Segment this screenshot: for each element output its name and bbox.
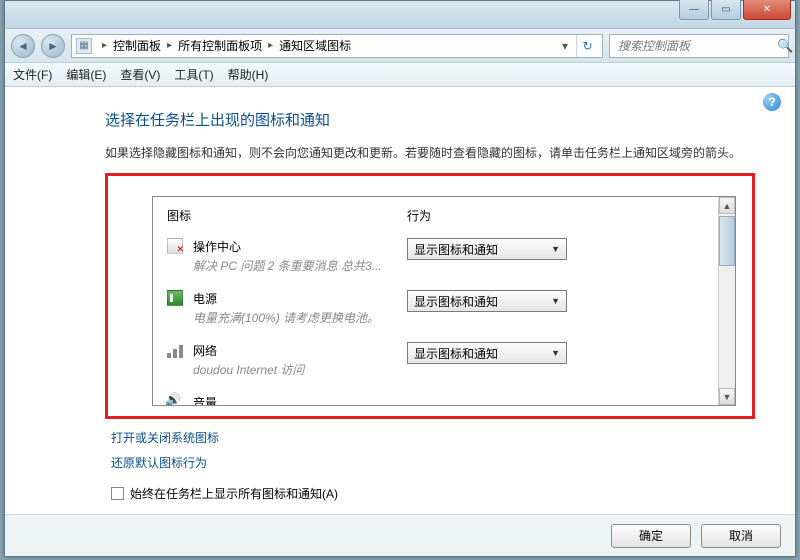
power-icon [167, 290, 183, 306]
list-item: 音量 [167, 394, 704, 405]
menu-bar: 文件(F) 编辑(E) 查看(V) 工具(T) 帮助(H) [5, 63, 795, 87]
window: — ▭ ✕ ◄ ► ▦ ▸ 控制面板 ▸ 所有控制面板项 ▸ 通知区域图标 ▾ … [4, 0, 796, 557]
search-box[interactable]: 🔍 [609, 34, 789, 58]
list-item: 操作中心 解决 PC 问题 2 条重要消息 总共3... 显示图标和通知 [167, 238, 704, 274]
row-subtitle: 电量充满(100%) 请考虑更换电池。 [193, 309, 379, 326]
footer: 确定 取消 [5, 514, 795, 556]
forward-button[interactable]: ► [41, 34, 65, 58]
row-subtitle: 解决 PC 问题 2 条重要消息 总共3... [193, 257, 382, 274]
close-button[interactable]: ✕ [743, 0, 791, 20]
row-title: 音量 [193, 394, 217, 405]
titlebar: — ▭ ✕ [5, 1, 795, 29]
crumb-control-panel[interactable]: 控制面板 [113, 37, 161, 54]
maximize-button[interactable]: ▭ [711, 0, 741, 20]
row-title: 电源 [193, 290, 379, 307]
row-title: 操作中心 [193, 238, 382, 255]
icon-list: 图标 行为 操作中心 解决 PC 问题 2 条重要消息 总共3... [152, 196, 736, 406]
crumb-notification-icons[interactable]: 通知区域图标 [279, 37, 351, 54]
highlight-box: 图标 行为 操作中心 解决 PC 问题 2 条重要消息 总共3... [105, 173, 755, 419]
breadcrumb[interactable]: ▦ ▸ 控制面板 ▸ 所有控制面板项 ▸ 通知区域图标 ▾ ↻ [71, 34, 603, 58]
scroll-down-button[interactable]: ▼ [719, 388, 735, 405]
network-icon [167, 342, 183, 358]
behavior-select[interactable]: 显示图标和通知 [407, 290, 567, 312]
menu-help[interactable]: 帮助(H) [228, 66, 269, 83]
scroll-up-button[interactable]: ▲ [719, 197, 735, 214]
address-dropdown[interactable]: ▾ [556, 39, 574, 53]
row-subtitle: doudou Internet 访问 [193, 361, 304, 378]
chevron-icon: ▸ [102, 40, 107, 51]
menu-tools[interactable]: 工具(T) [174, 66, 213, 83]
chevron-icon: ▸ [167, 40, 172, 51]
control-panel-icon: ▦ [76, 38, 92, 54]
list-item: 电源 电量充满(100%) 请考虑更换电池。 显示图标和通知 [167, 290, 704, 326]
nav-row: ◄ ► ▦ ▸ 控制面板 ▸ 所有控制面板项 ▸ 通知区域图标 ▾ ↻ 🔍 [5, 29, 795, 63]
refresh-button[interactable]: ↻ [576, 35, 598, 57]
scrollbar[interactable]: ▲ ▼ [718, 197, 735, 405]
crumb-all-items[interactable]: 所有控制面板项 [178, 37, 262, 54]
column-header-action: 行为 [407, 207, 704, 224]
behavior-select[interactable]: 显示图标和通知 [407, 342, 567, 364]
cancel-button[interactable]: 取消 [701, 524, 781, 548]
menu-view[interactable]: 查看(V) [120, 66, 160, 83]
link-system-icons[interactable]: 打开或关闭系统图标 [111, 429, 755, 446]
menu-edit[interactable]: 编辑(E) [66, 66, 106, 83]
page-description: 如果选择隐藏图标和通知，则不会向您通知更改和更新。若要随时查看隐藏的图标，请单击… [105, 144, 755, 163]
row-title: 网络 [193, 342, 304, 359]
content-area: ? 选择在任务栏上出现的图标和通知 如果选择隐藏图标和通知，则不会向您通知更改和… [5, 87, 795, 512]
behavior-select[interactable]: 显示图标和通知 [407, 238, 567, 260]
column-header-icon: 图标 [167, 207, 407, 224]
action-center-icon [167, 238, 183, 254]
volume-icon [167, 394, 183, 405]
scroll-thumb[interactable] [719, 216, 735, 266]
list-item: 网络 doudou Internet 访问 显示图标和通知 [167, 342, 704, 378]
search-input[interactable] [616, 38, 777, 54]
minimize-button[interactable]: — [679, 0, 709, 20]
help-icon[interactable]: ? [763, 93, 781, 111]
always-show-checkbox[interactable] [111, 487, 124, 500]
link-restore-defaults[interactable]: 还原默认图标行为 [111, 454, 755, 471]
ok-button[interactable]: 确定 [611, 524, 691, 548]
chevron-icon: ▸ [268, 40, 273, 51]
always-show-label: 始终在任务栏上显示所有图标和通知(A) [130, 485, 338, 502]
search-icon[interactable]: 🔍 [777, 38, 793, 54]
menu-file[interactable]: 文件(F) [13, 66, 52, 83]
back-button[interactable]: ◄ [11, 34, 35, 58]
page-title: 选择在任务栏上出现的图标和通知 [105, 109, 755, 130]
